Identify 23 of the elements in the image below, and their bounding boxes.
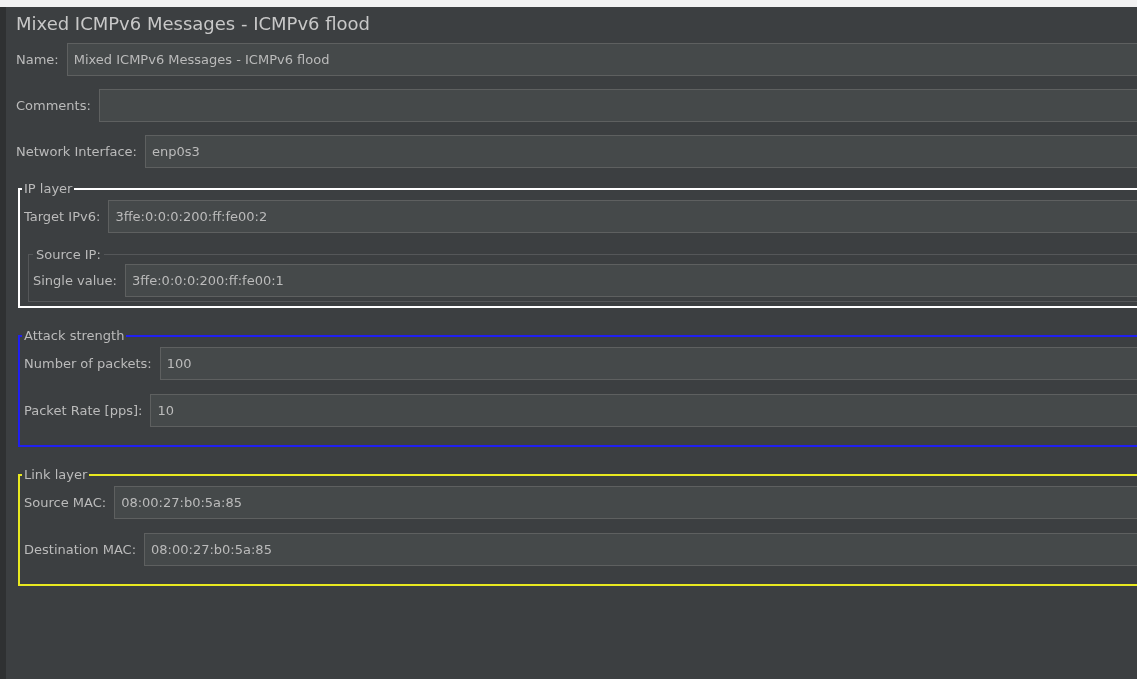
input-field[interactable]: 10 (150, 394, 1137, 427)
group-title: Link layer (23, 467, 89, 482)
input-field[interactable]: 100 (159, 347, 1137, 380)
field-label: Single value: (33, 273, 117, 288)
input-field[interactable]: 08:00:27:b0:5a:85 (144, 533, 1137, 566)
group-title: Attack strength (23, 328, 126, 343)
field-label: Network Interface: (16, 144, 137, 159)
input-field[interactable]: 3ffe:0:0:0:200:ff:fe00:2 (108, 200, 1137, 233)
field-label: Packet Rate [pps]: (24, 403, 143, 418)
field-label: Name: (16, 52, 59, 67)
field-label: Target IPv6: (24, 209, 101, 224)
group-title: Source IP: (35, 247, 102, 262)
input-field[interactable]: enp0s3 (145, 135, 1137, 168)
input-field[interactable] (98, 89, 1137, 122)
input-field[interactable]: Mixed ICMPv6 Messages - ICMPv6 flood (66, 43, 1137, 76)
field-label: Source MAC: (24, 495, 107, 510)
input-field[interactable]: 3ffe:0:0:0:200:ff:fe00:1 (125, 264, 1137, 297)
field-label: Number of packets: (24, 356, 152, 371)
field-label: Comments: (16, 98, 91, 113)
input-field[interactable]: 08:00:27:b0:5a:85 (114, 486, 1137, 519)
field-label: Destination MAC: (24, 542, 137, 557)
window-title: Mixed ICMPv6 Messages - ICMPv6 flood (16, 13, 372, 34)
group-title: IP layer (23, 181, 74, 196)
